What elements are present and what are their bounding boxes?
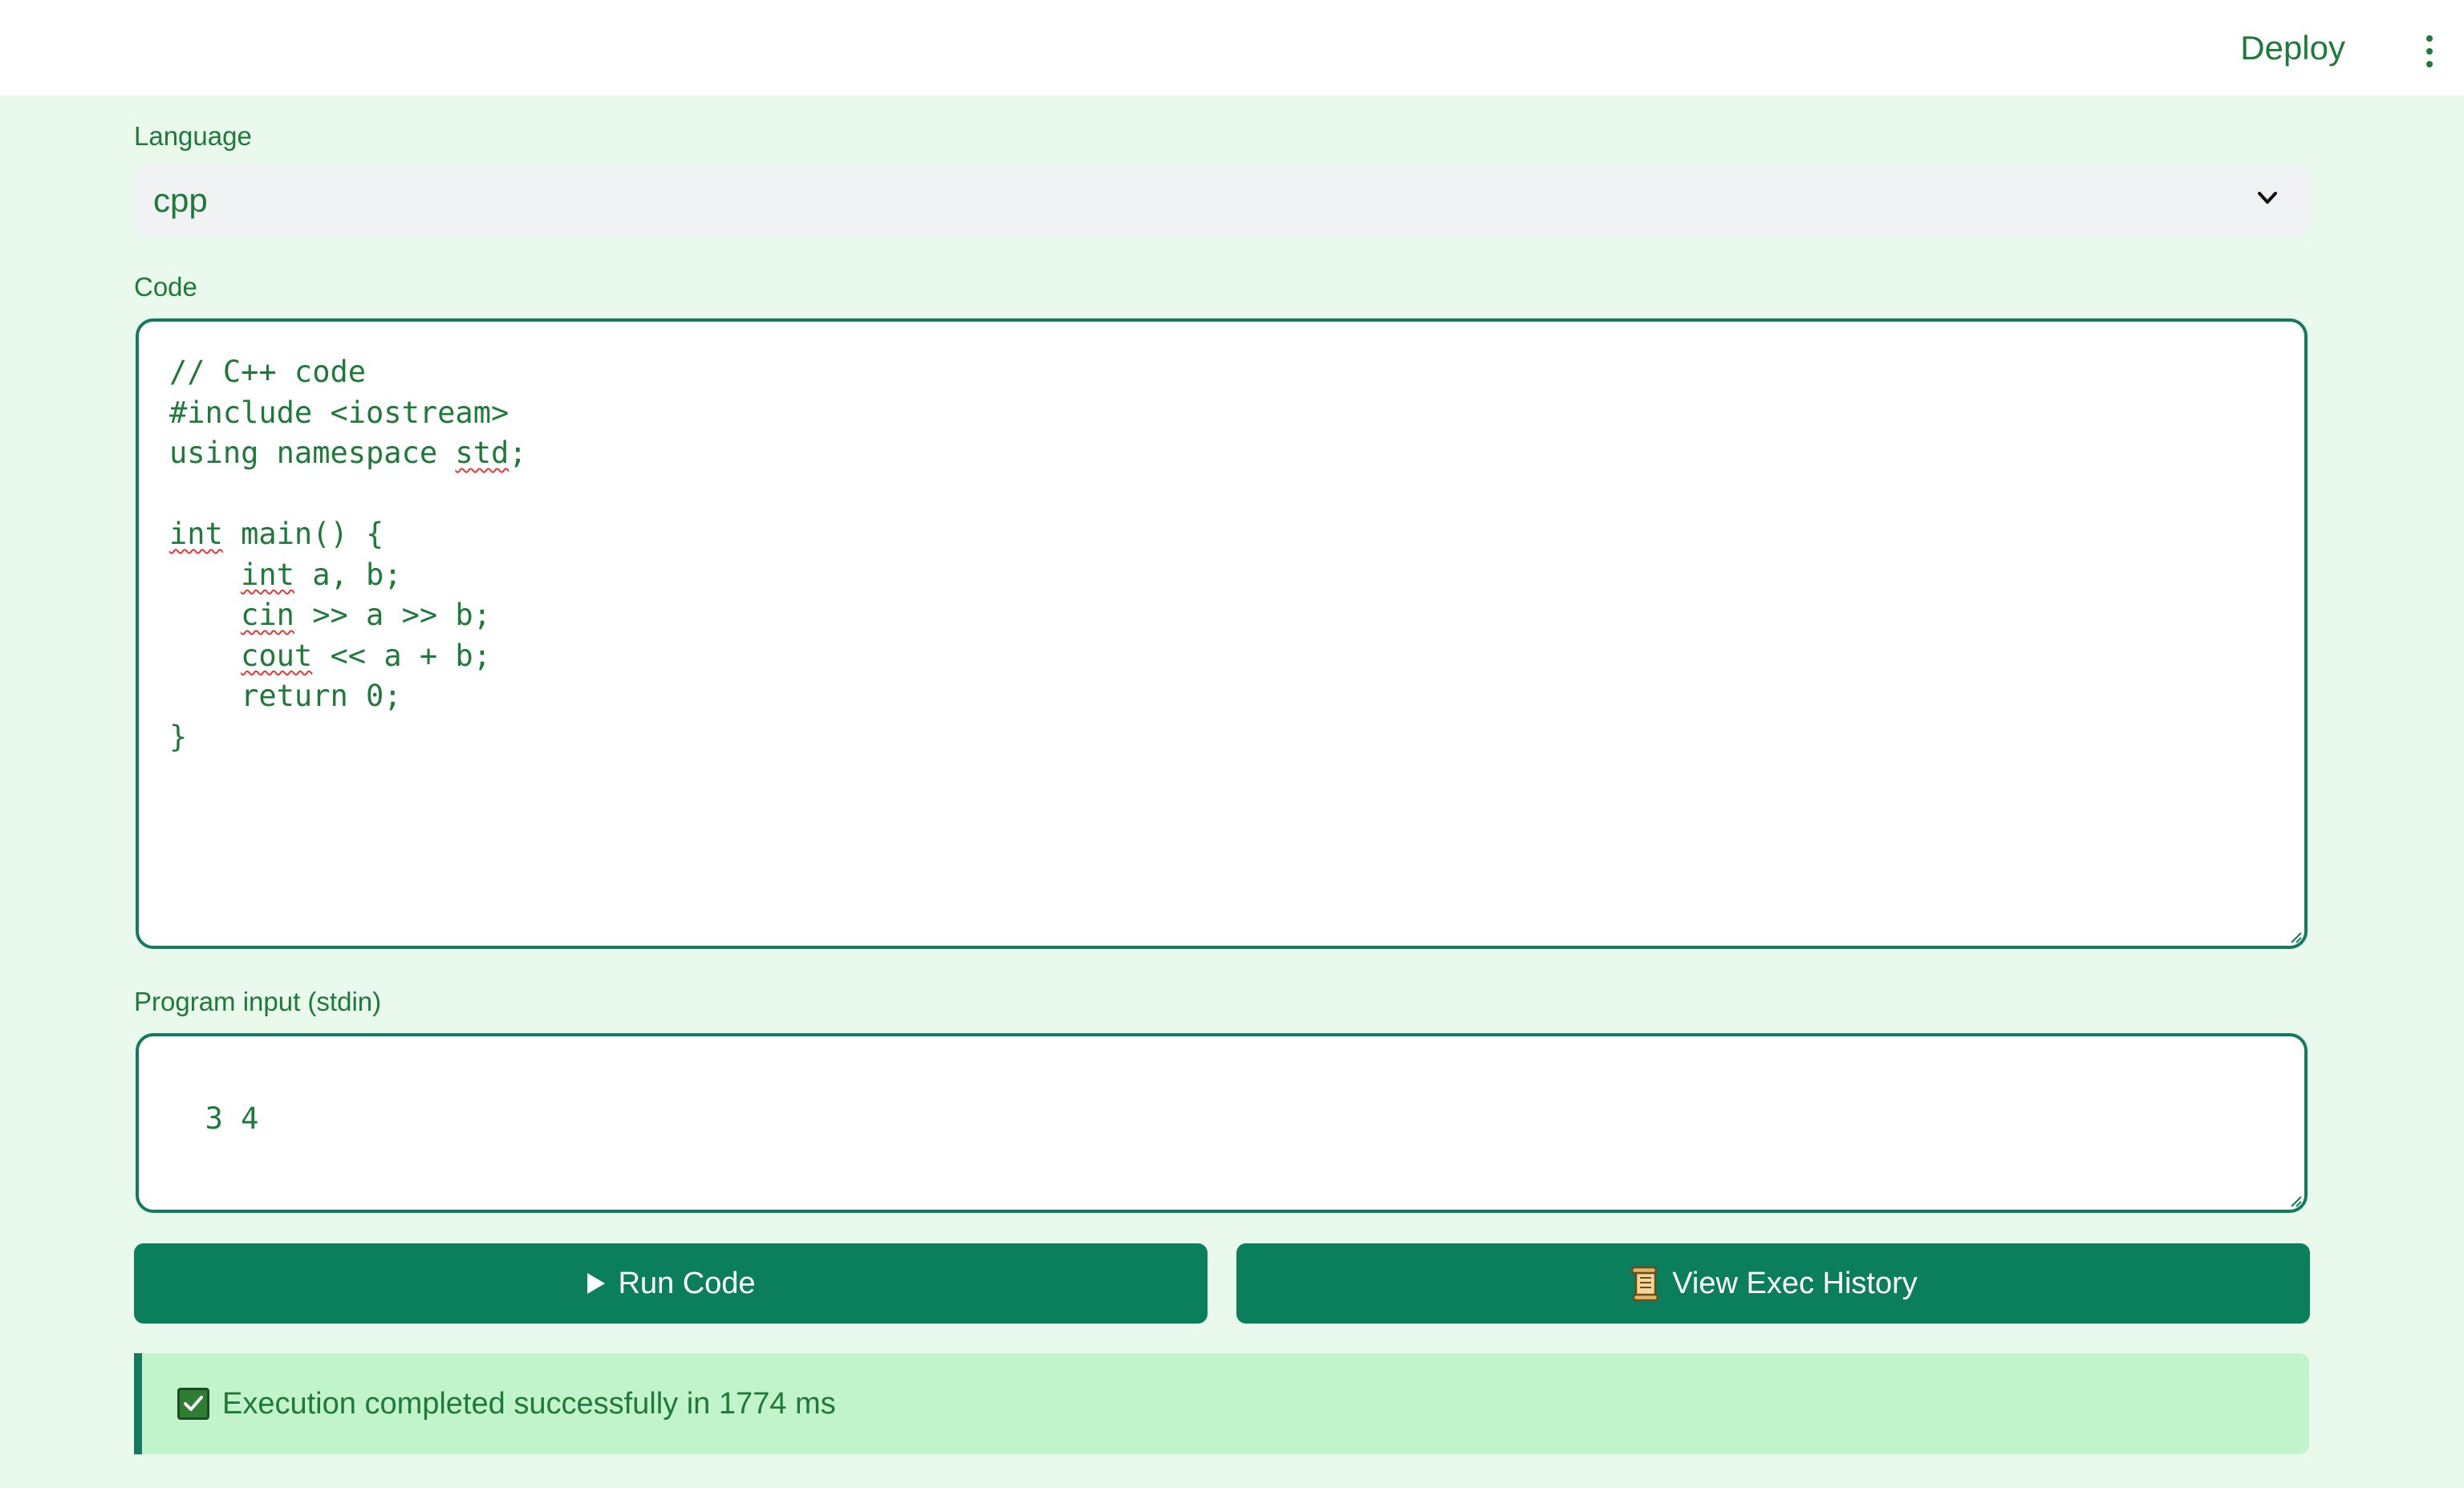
code-line: using namespace std; [169, 436, 527, 470]
spellcheck-flagged-word: int [169, 517, 223, 551]
view-exec-history-button[interactable]: View Exec History [1236, 1243, 2310, 1324]
deploy-button[interactable]: Deploy [2240, 29, 2345, 67]
check-box-icon [177, 1388, 209, 1420]
spellcheck-flagged-word: cout [241, 638, 313, 673]
language-label: Language [134, 121, 252, 151]
code-editor[interactable]: // C++ code #include <iostream> using na… [136, 318, 2308, 949]
stdin-input[interactable]: 3 4 [136, 1033, 2308, 1213]
top-bar: Deploy [0, 0, 2464, 95]
code-line: cout << a + b; [241, 638, 491, 673]
stdin-label: Program input (stdin) [134, 987, 382, 1016]
stdin-value: 3 4 [205, 1101, 259, 1136]
spellcheck-flagged-word: int [241, 557, 294, 592]
spellcheck-flagged-word: cin [241, 598, 294, 632]
code-line: int main() { [169, 517, 384, 551]
code-content: // C++ code #include <iostream> using na… [169, 352, 2304, 757]
run-code-button[interactable]: Run Code [134, 1243, 1208, 1324]
view-exec-history-label: View Exec History [1672, 1266, 1918, 1300]
code-line: // C++ code [169, 355, 367, 389]
resize-handle-icon[interactable] [2287, 1192, 2303, 1208]
chevron-down-icon [2258, 192, 2277, 204]
code-line: } [169, 719, 188, 754]
kebab-menu-icon[interactable] [2419, 35, 2440, 67]
scroll-icon [1629, 1266, 1661, 1301]
play-icon [586, 1271, 607, 1295]
code-label: Code [134, 272, 197, 302]
run-code-label: Run Code [618, 1266, 756, 1300]
language-selected-value: cpp [153, 181, 208, 219]
code-line: return 0; [169, 679, 402, 713]
status-message: Execution completed successfully in 1774… [134, 1353, 2309, 1454]
code-line: int a, b; [241, 557, 402, 592]
language-select[interactable]: cpp [134, 165, 2309, 236]
status-text: Execution completed successfully in 1774… [222, 1386, 836, 1421]
resize-handle-icon[interactable] [2287, 928, 2303, 944]
code-line: cin >> a >> b; [241, 598, 491, 632]
spellcheck-flagged-word: std [455, 436, 509, 470]
code-line: #include <iostream> [169, 395, 509, 430]
